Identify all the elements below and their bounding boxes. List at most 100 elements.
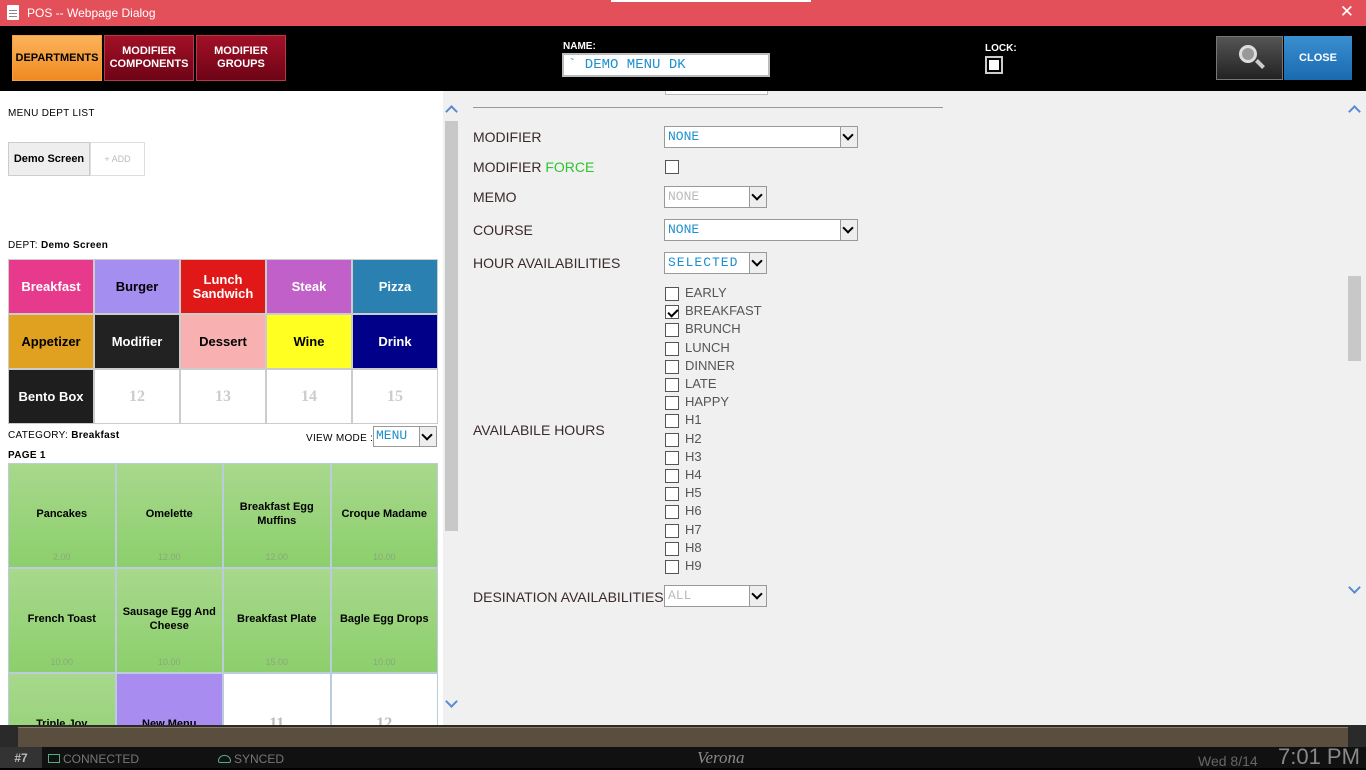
hour-checkbox[interactable] xyxy=(665,523,679,538)
dept-label: DEPT: Demo Screen xyxy=(8,240,108,251)
dept-button[interactable]: 15 xyxy=(352,369,438,424)
close-button[interactable]: CLOSE xyxy=(1284,36,1352,80)
menu-item-button[interactable]: New Menu xyxy=(115,673,223,725)
synced-text: SYNCED xyxy=(234,752,285,766)
menu-item-button[interactable]: Sausage Egg And Cheese 10.00 xyxy=(115,568,223,673)
dept-button[interactable]: Breakfast xyxy=(8,259,94,314)
hour-checkbox[interactable] xyxy=(665,432,679,447)
menu-item-button[interactable]: French Toast 10.00 xyxy=(8,568,116,673)
chevron-down-icon[interactable] xyxy=(1348,581,1361,594)
hour-checkbox[interactable] xyxy=(665,541,679,556)
menu-item-price: 10.00 xyxy=(372,552,396,562)
dept-button[interactable]: Steak xyxy=(266,259,352,314)
hour-checkbox[interactable] xyxy=(665,450,679,465)
chevron-up-icon[interactable] xyxy=(445,105,458,118)
menu-item-price: 12.00 xyxy=(157,552,181,562)
modifier-force-label: MODIFIER FORCE xyxy=(473,159,594,175)
search-button[interactable] xyxy=(1216,36,1283,80)
hour-checkbox[interactable] xyxy=(665,505,679,520)
hour-label: BRUNCH xyxy=(685,321,741,337)
dept-button[interactable]: Appetizer xyxy=(8,314,94,369)
menu-item-button[interactable]: 12 xyxy=(330,673,438,725)
chevron-down-icon xyxy=(840,127,857,147)
menu-item-button[interactable]: Bagle Egg Drops 10.00 xyxy=(330,568,438,673)
hour-availabilities-value: SELECTED xyxy=(668,255,739,270)
left-scrollbar[interactable] xyxy=(443,91,460,725)
tab-modifier-groups[interactable]: MODIFIER GROUPS xyxy=(196,35,286,81)
tab-departments[interactable]: DEPARTMENTS xyxy=(12,35,102,81)
menu-item-button[interactable]: 11 xyxy=(223,673,331,725)
dept-button[interactable]: Modifier xyxy=(94,314,180,369)
available-hours-label: AVAILABILE HOURS xyxy=(473,422,605,438)
chevron-down-icon xyxy=(749,187,766,207)
dept-button[interactable]: Burger xyxy=(94,259,180,314)
add-screen-button[interactable]: + ADD xyxy=(90,142,145,176)
menu-item-name: Bagle Egg Drops xyxy=(339,612,429,625)
hour-checkbox[interactable] xyxy=(665,469,679,483)
menu-item-button[interactable]: Omelette 12.00 xyxy=(115,463,223,568)
category-prefix: CATEGORY: xyxy=(8,430,69,441)
hour-checkbox[interactable] xyxy=(665,487,679,502)
dept-button[interactable]: Wine xyxy=(266,314,352,369)
hour-checkbox[interactable] xyxy=(665,378,679,392)
view-mode-label: VIEW MODE : xyxy=(306,433,374,444)
dept-button[interactable]: Lunch Sandwich xyxy=(180,259,266,314)
chevron-down-icon xyxy=(840,220,857,240)
hour-label: LUNCH xyxy=(685,339,730,355)
scroll-thumb[interactable] xyxy=(1348,276,1361,361)
modifier-force-checkbox[interactable] xyxy=(665,160,679,174)
hour-checkbox[interactable] xyxy=(665,341,679,356)
menu-item-button[interactable]: Triple Joy xyxy=(8,673,116,725)
monitor-icon xyxy=(48,754,60,763)
dept-button[interactable]: Pizza xyxy=(352,259,438,314)
memo-value: NONE xyxy=(668,189,700,204)
hour-checkbox[interactable] xyxy=(665,396,679,411)
hour-checkbox[interactable] xyxy=(665,305,679,320)
right-scrollbar[interactable] xyxy=(1346,91,1363,725)
menu-item-grid: Pancakes 2.00 Omelette 12.00 Breakfast Egg M… xyxy=(8,463,438,725)
scroll-thumb[interactable] xyxy=(445,121,458,531)
view-mode-select[interactable]: MENU xyxy=(373,426,437,447)
dept-button[interactable]: 13 xyxy=(180,369,266,424)
menu-item-button[interactable]: Breakfast Plate 15.00 xyxy=(223,568,331,673)
lock-label: LOCK: xyxy=(985,43,1017,54)
menu-item-price: 10.00 xyxy=(50,657,74,667)
menu-item-button[interactable]: Croque Madame 10.00 xyxy=(330,463,438,568)
dept-button[interactable]: Dessert xyxy=(180,314,266,369)
menu-item-button[interactable]: Breakfast Egg Muffins 12.00 xyxy=(223,463,331,568)
chevron-up-icon[interactable] xyxy=(1348,105,1361,118)
menu-item-button[interactable]: Pancakes 2.00 xyxy=(8,463,116,568)
hour-label: H9 xyxy=(685,558,702,573)
bottom-band-inner xyxy=(18,727,1348,747)
course-select[interactable]: NONE xyxy=(664,219,858,241)
dept-button[interactable]: 12 xyxy=(94,369,180,424)
brand-logo: Verona xyxy=(697,748,745,767)
hour-checkbox[interactable] xyxy=(665,414,679,429)
modifier-value: NONE xyxy=(668,129,700,144)
dept-button[interactable]: Drink xyxy=(352,314,438,369)
dept-prefix: DEPT: xyxy=(8,240,38,251)
hour-checkbox[interactable] xyxy=(665,359,679,374)
modifier-label: MODIFIER xyxy=(473,129,542,145)
clock-time: 7:01 PM xyxy=(1278,744,1360,769)
lock-checkbox[interactable] xyxy=(985,56,1003,74)
chevron-down-icon[interactable] xyxy=(445,695,458,708)
menu-item-name: 12 xyxy=(376,714,393,725)
screen-tab-demo[interactable]: Demo Screen xyxy=(8,142,90,176)
window-close-icon[interactable]: ✕ xyxy=(1340,3,1354,21)
status-bar: #7 CONNECTED SYNCED Verona Wed 8/14 7:01… xyxy=(0,744,1366,769)
dept-button[interactable]: Bento Box xyxy=(8,369,94,424)
destination-select[interactable]: ALL xyxy=(664,585,767,607)
document-icon xyxy=(7,5,19,20)
hour-checkbox[interactable] xyxy=(665,287,679,301)
name-field[interactable]: ` DEMO MENU DK xyxy=(562,53,770,77)
modifier-select[interactable]: NONE xyxy=(664,126,858,148)
memo-select[interactable]: NONE xyxy=(664,186,767,208)
tab-modifier-components[interactable]: MODIFIER COMPONENTS xyxy=(104,35,194,81)
menu-item-name: Pancakes xyxy=(36,507,88,520)
hour-checkbox[interactable] xyxy=(665,560,679,574)
right-panel: MODIFIER NONE MODIFIER FORCE MEMO NONE C… xyxy=(460,91,1366,725)
hour-availabilities-select[interactable]: SELECTED xyxy=(664,252,767,274)
hour-checkbox[interactable] xyxy=(665,323,679,338)
dept-button[interactable]: 14 xyxy=(266,369,352,424)
